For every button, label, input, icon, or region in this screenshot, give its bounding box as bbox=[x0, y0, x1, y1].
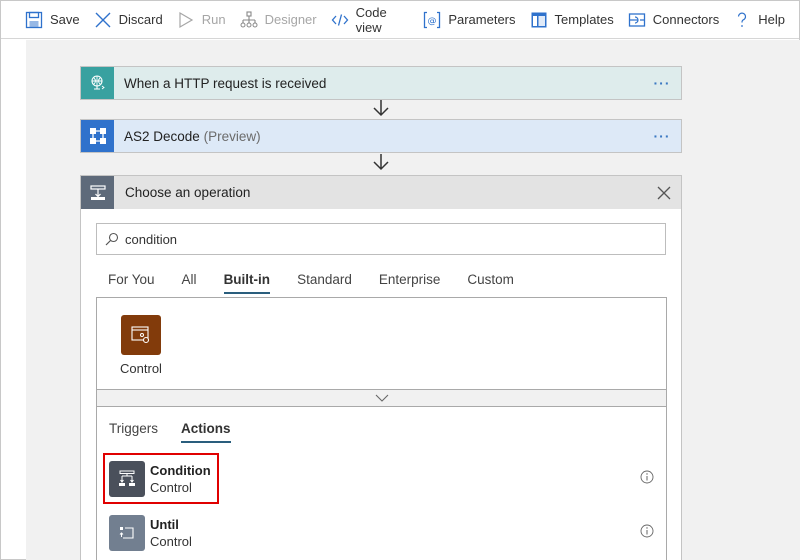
action-until[interactable]: Until Control bbox=[109, 514, 654, 552]
connectors-panel: Control Triggers Actions Condition Contr… bbox=[96, 297, 667, 560]
chooser-header: Choose an operation bbox=[81, 176, 681, 209]
condition-icon bbox=[109, 461, 145, 497]
code-view-icon bbox=[331, 11, 349, 29]
help-label: Help bbox=[758, 12, 785, 27]
arrow-down-icon bbox=[373, 154, 389, 171]
search-box bbox=[96, 223, 666, 255]
connectors-label: Connectors bbox=[652, 12, 720, 27]
search-icon bbox=[105, 232, 119, 246]
expand-toggle[interactable] bbox=[97, 389, 666, 407]
action-connector: Control bbox=[150, 534, 192, 549]
choose-operation-panel: Choose an operation For You All Built-in… bbox=[80, 175, 682, 560]
action-condition[interactable]: Condition Control bbox=[109, 460, 654, 498]
help-icon bbox=[733, 11, 751, 29]
more-options-icon[interactable]: ··· bbox=[647, 75, 677, 91]
code-view-label: Code view bbox=[355, 4, 387, 35]
save-label: Save bbox=[50, 12, 80, 27]
designer-label: Designer bbox=[264, 12, 317, 27]
tab-all[interactable]: All bbox=[182, 270, 197, 296]
control-icon bbox=[121, 315, 161, 355]
tab-custom[interactable]: Custom bbox=[467, 270, 514, 296]
http-request-icon bbox=[81, 67, 114, 99]
help-button[interactable]: Help bbox=[733, 1, 785, 39]
parameters-label: Parameters bbox=[448, 12, 516, 27]
until-icon bbox=[109, 515, 145, 551]
code-view-button[interactable]: Code view bbox=[331, 1, 410, 39]
choose-operation-icon bbox=[81, 176, 114, 209]
connector-label: Control bbox=[120, 361, 162, 376]
action-type-tabs: Triggers Actions bbox=[109, 421, 254, 443]
run-icon bbox=[177, 11, 195, 29]
info-icon[interactable] bbox=[640, 470, 654, 484]
discard-icon bbox=[94, 11, 112, 29]
connectors-icon bbox=[628, 11, 646, 29]
step-title: AS2 Decode (Preview) bbox=[124, 128, 261, 144]
tab-for-you[interactable]: For You bbox=[108, 270, 155, 296]
as2-icon bbox=[81, 120, 114, 152]
discard-label: Discard bbox=[118, 12, 163, 27]
parameters-icon: @ bbox=[423, 11, 441, 29]
tab-enterprise[interactable]: Enterprise bbox=[379, 270, 441, 296]
action-connector: Control bbox=[150, 480, 192, 495]
tab-standard[interactable]: Standard bbox=[297, 270, 352, 296]
designer-button[interactable]: Designer bbox=[240, 1, 317, 39]
connectors-button[interactable]: Connectors bbox=[628, 1, 719, 39]
toolbar: Save Discard Run Designer Code view @ Pa… bbox=[1, 1, 799, 39]
step-as2-decode[interactable]: AS2 Decode (Preview) ··· bbox=[80, 119, 682, 153]
save-button[interactable]: Save bbox=[25, 1, 80, 39]
chevron-down-icon bbox=[375, 394, 388, 402]
info-icon[interactable] bbox=[640, 524, 654, 538]
close-icon bbox=[657, 186, 671, 199]
parameters-button[interactable]: @ Parameters bbox=[423, 1, 516, 39]
step-title: When a HTTP request is received bbox=[124, 75, 327, 91]
search-input[interactable] bbox=[125, 231, 665, 247]
connector-control[interactable]: Control bbox=[111, 315, 171, 376]
svg-text:@: @ bbox=[428, 16, 437, 26]
save-icon bbox=[25, 11, 43, 29]
designer-icon bbox=[240, 10, 258, 29]
arrow-down-icon bbox=[373, 100, 389, 117]
connector-category-tabs: For You All Built-in Standard Enterprise… bbox=[108, 270, 541, 296]
templates-label: Templates bbox=[554, 12, 614, 27]
chooser-title: Choose an operation bbox=[125, 185, 251, 200]
run-button[interactable]: Run bbox=[177, 1, 226, 39]
run-label: Run bbox=[201, 12, 226, 27]
templates-icon bbox=[530, 11, 548, 29]
step-http-request[interactable]: When a HTTP request is received ··· bbox=[80, 66, 682, 100]
tab-built-in[interactable]: Built-in bbox=[223, 270, 270, 296]
close-button[interactable] bbox=[649, 178, 679, 208]
templates-button[interactable]: Templates bbox=[530, 1, 614, 39]
action-name: Condition bbox=[150, 463, 211, 478]
discard-button[interactable]: Discard bbox=[94, 1, 163, 39]
tab-actions[interactable]: Actions bbox=[181, 421, 231, 443]
tab-triggers[interactable]: Triggers bbox=[109, 421, 158, 443]
action-name: Until bbox=[150, 517, 179, 532]
more-options-icon[interactable]: ··· bbox=[647, 128, 677, 144]
